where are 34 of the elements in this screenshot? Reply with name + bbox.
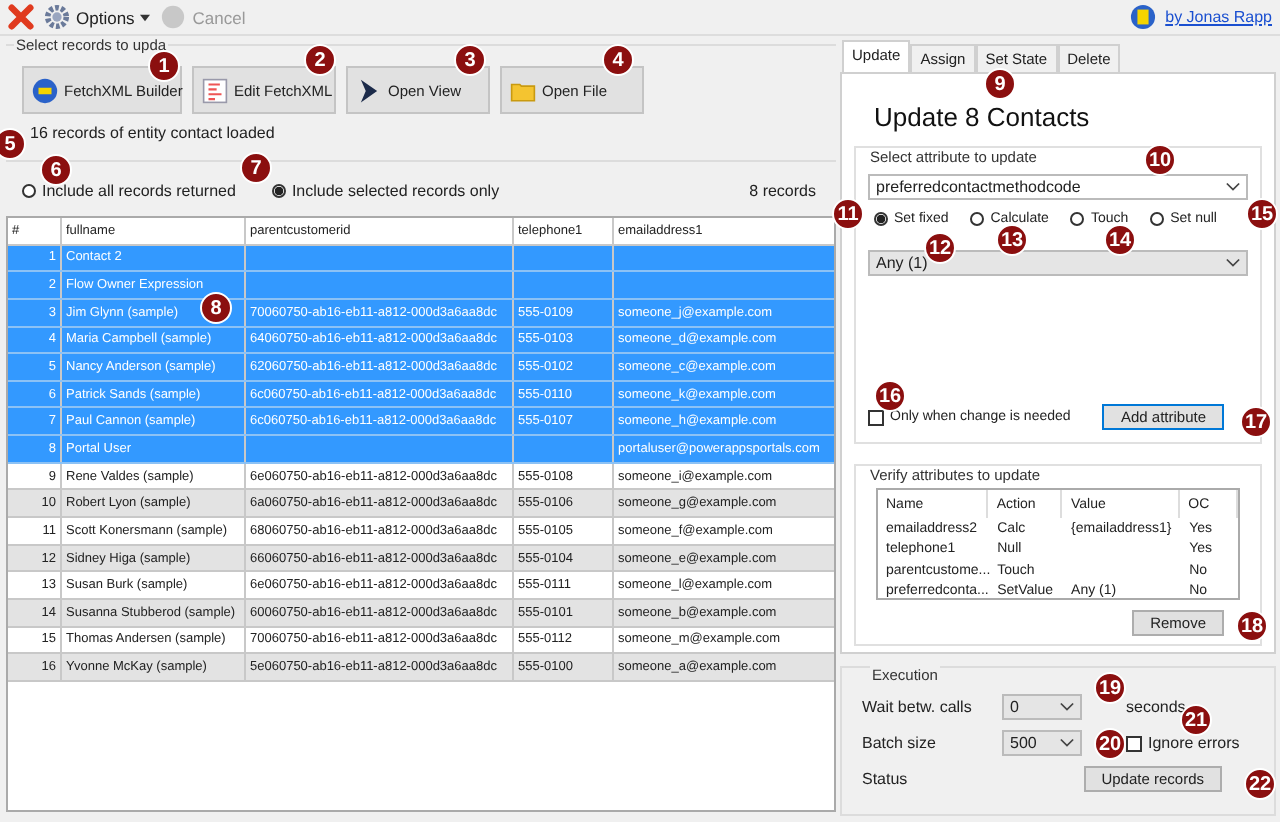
options-button[interactable]: Options: [44, 4, 151, 30]
callout-badge: 19: [1094, 672, 1126, 704]
logo-icon: [32, 77, 58, 103]
unit-label: seconds: [1126, 698, 1186, 716]
batch-dropdown[interactable]: 500: [1002, 730, 1082, 756]
callout-badge: 7: [240, 152, 272, 184]
callout-badge: 20: [1094, 728, 1126, 760]
play-icon: [356, 77, 382, 103]
callout-badge: 6: [40, 154, 72, 186]
chevron-down-icon: [1226, 182, 1240, 192]
field-label: Wait betw. calls: [862, 698, 974, 716]
radio-option[interactable]: Include all records returned: [22, 182, 236, 200]
checkbox[interactable]: Ignore errors: [1126, 734, 1240, 752]
document-icon: [202, 77, 228, 103]
radio-option[interactable]: Include selected records only: [271, 182, 500, 200]
callout-badge: 1: [148, 50, 180, 82]
author-link[interactable]: by Jonas Rapp: [1165, 8, 1272, 26]
wait-dropdown[interactable]: 0: [1002, 694, 1082, 720]
chevron-down-icon: [1226, 258, 1240, 268]
field-label: Batch size: [862, 734, 938, 752]
stop-icon: [160, 4, 187, 30]
attribute-dropdown[interactable]: preferredcontactmethodcode: [868, 174, 1248, 200]
chevron-down-icon: [1060, 738, 1074, 748]
status-text: 16 records of entity contact loaded: [28, 122, 277, 144]
callout-badge: 5: [0, 128, 26, 160]
close-icon[interactable]: [8, 4, 34, 30]
record-count: 8 records: [749, 182, 816, 200]
caret-icon: [140, 13, 151, 21]
logo-icon: [1129, 4, 1156, 30]
chevron-down-icon: [1060, 702, 1074, 712]
status-label: Status: [862, 770, 910, 788]
gear-icon: [44, 4, 70, 30]
callout-badge: 22: [1244, 768, 1276, 800]
page-heading: Update 8 Contacts: [874, 102, 1090, 132]
